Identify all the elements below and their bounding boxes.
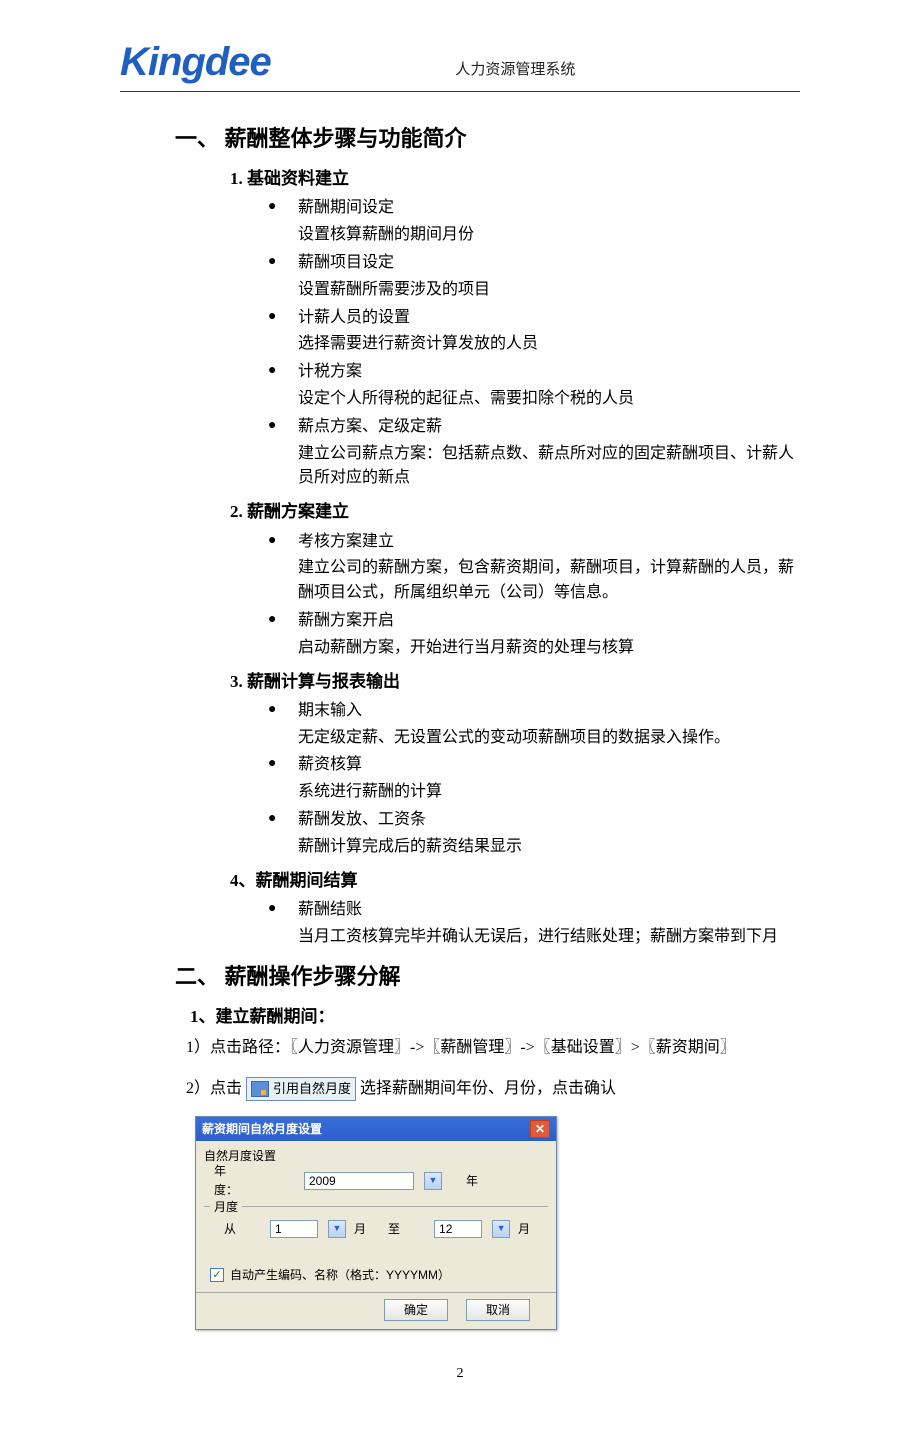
sub-1-4-heading: 4、薪酬期间结算 — [230, 868, 800, 894]
list-item: 计税方案 设定个人所得税的起征点、需要扣除个税的人员 — [268, 360, 800, 412]
item-desc: 设置核算薪酬的期间月份 — [298, 223, 800, 248]
sub-1-4-list: 薪酬结账 当月工资核算完毕并确认无误后，进行结账处理；薪酬方案带到下月 — [268, 898, 800, 950]
dialog-titlebar: 薪资期间自然月度设置 ✕ — [196, 1117, 556, 1142]
item-desc: 薪酬计算完成后的薪资结果显示 — [298, 835, 800, 860]
list-item: 薪酬期间设定 设置核算薪酬的期间月份 — [268, 196, 800, 248]
item-title: 薪酬发放、工资条 — [298, 811, 426, 828]
chevron-down-icon[interactable]: ▼ — [328, 1220, 346, 1238]
item-desc: 启动薪酬方案，开始进行当月薪资的处理与核算 — [298, 636, 800, 661]
item-desc: 选择需要进行薪资计算发放的人员 — [298, 332, 800, 357]
item-title: 薪酬结账 — [298, 901, 362, 918]
chevron-down-icon[interactable]: ▼ — [424, 1172, 442, 1190]
month-unit-2: 月 — [518, 1220, 530, 1239]
month-from-input[interactable]: 1 — [270, 1220, 318, 1238]
step-2-prefix: 2）点击 — [186, 1080, 242, 1097]
dialog-title-text: 薪资期间自然月度设置 — [202, 1120, 322, 1139]
year-suffix: 年 — [466, 1172, 478, 1191]
autogen-checkbox[interactable]: ✓ — [210, 1268, 224, 1282]
item-title: 期末输入 — [298, 702, 362, 719]
group-label: 自然月度设置 — [204, 1149, 276, 1163]
item-title: 薪点方案、定级定薪 — [298, 418, 442, 435]
chevron-down-icon[interactable]: ▼ — [492, 1220, 510, 1238]
item-title: 计薪人员的设置 — [298, 309, 410, 326]
item-desc: 系统进行薪酬的计算 — [298, 780, 800, 805]
ok-button[interactable]: 确定 — [384, 1299, 448, 1321]
section-2-heading: 二、 薪酬操作步骤分解 — [175, 960, 800, 994]
list-item: 薪点方案、定级定薪 建立公司薪点方案：包括薪点数、薪点所对应的固定薪酬项目、计薪… — [268, 415, 800, 491]
list-item: 薪酬方案开启 启动薪酬方案，开始进行当月薪资的处理与核算 — [268, 609, 800, 661]
sub-1-3-list: 期末输入 无定级定薪、无设置公式的变动项薪酬项目的数据录入操作。 薪资核算 系统… — [268, 699, 800, 860]
month-unit-1: 月 — [354, 1220, 366, 1239]
autogen-label: 自动产生编码、名称（格式：YYYYMM） — [230, 1266, 450, 1285]
item-desc: 设定个人所得税的起征点、需要扣除个税的人员 — [298, 387, 800, 412]
item-desc: 当月工资核算完毕并确认无误后，进行结账处理；薪酬方案带到下月 — [298, 925, 800, 950]
section-1-heading: 一、 薪酬整体步骤与功能简介 — [175, 122, 800, 156]
item-title: 计税方案 — [298, 363, 362, 380]
list-item: 薪酬项目设定 设置薪酬所需要涉及的项目 — [268, 251, 800, 303]
item-desc: 建立公司薪点方案：包括薪点数、薪点所对应的固定薪酬项目、计薪人员所对应的新点 — [298, 442, 800, 492]
step-2-suffix: 选择薪酬期间年份、月份，点击确认 — [360, 1080, 616, 1097]
quote-month-button[interactable]: 引用自然月度 — [246, 1077, 356, 1101]
list-item: 薪资核算 系统进行薪酬的计算 — [268, 753, 800, 805]
list-item: 考核方案建立 建立公司的薪酬方案，包含薪资期间，薪酬项目，计算薪酬的人员，薪酬项… — [268, 530, 800, 606]
step-1-path: 1）点击路径：〖人力资源管理〗->〖薪酬管理〗->〖基础设置〗>〖薪资期间〗 — [186, 1036, 800, 1061]
item-title: 薪酬方案开启 — [298, 612, 394, 629]
step-1-heading: 1、建立薪酬期间： — [190, 1004, 800, 1030]
dialog-separator — [196, 1292, 556, 1293]
sub-1-3-heading: 3. 薪酬计算与报表输出 — [230, 669, 800, 695]
month-group-label: 月度 — [210, 1198, 242, 1217]
list-item: 计薪人员的设置 选择需要进行薪资计算发放的人员 — [268, 306, 800, 358]
period-month-dialog: 薪资期间自然月度设置 ✕ 自然月度设置 年度： 2009 ▼ 年 — [195, 1116, 557, 1331]
month-to-label: 至 — [388, 1220, 400, 1239]
item-title: 考核方案建立 — [298, 533, 394, 550]
step-2-line: 2）点击 引用自然月度 选择薪酬期间年份、月份，点击确认 — [186, 1077, 800, 1102]
list-item: 薪酬发放、工资条 薪酬计算完成后的薪资结果显示 — [268, 808, 800, 860]
item-title: 薪资核算 — [298, 756, 362, 773]
item-desc: 设置薪酬所需要涉及的项目 — [298, 278, 800, 303]
document-icon — [251, 1081, 269, 1097]
list-item: 薪酬结账 当月工资核算完毕并确认无误后，进行结账处理；薪酬方案带到下月 — [268, 898, 800, 950]
quote-month-label: 引用自然月度 — [273, 1079, 351, 1099]
header-subtitle: 人力资源管理系统 — [231, 58, 800, 85]
sub-1-1-heading: 1. 基础资料建立 — [230, 166, 800, 192]
list-item: 期末输入 无定级定薪、无设置公式的变动项薪酬项目的数据录入操作。 — [268, 699, 800, 751]
page-number: 2 — [0, 1366, 920, 1382]
item-title: 薪酬期间设定 — [298, 199, 394, 216]
month-from-label: 从 — [224, 1220, 236, 1239]
month-to-input[interactable]: 12 — [434, 1220, 482, 1238]
year-input[interactable]: 2009 — [304, 1172, 414, 1190]
sub-1-2-heading: 2. 薪酬方案建立 — [230, 499, 800, 525]
item-desc: 无定级定薪、无设置公式的变动项薪酬项目的数据录入操作。 — [298, 726, 800, 751]
item-title: 薪酬项目设定 — [298, 254, 394, 271]
header-divider — [120, 91, 800, 92]
sub-1-1-list: 薪酬期间设定 设置核算薪酬的期间月份 薪酬项目设定 设置薪酬所需要涉及的项目 计… — [268, 196, 800, 491]
year-label: 年度： — [214, 1162, 248, 1199]
cancel-button[interactable]: 取消 — [466, 1299, 530, 1321]
item-desc: 建立公司的薪酬方案，包含薪资期间，薪酬项目，计算薪酬的人员，薪酬项目公式，所属组… — [298, 556, 800, 606]
close-icon[interactable]: ✕ — [530, 1120, 550, 1138]
sub-1-2-list: 考核方案建立 建立公司的薪酬方案，包含薪资期间，薪酬项目，计算薪酬的人员，薪酬项… — [268, 530, 800, 661]
